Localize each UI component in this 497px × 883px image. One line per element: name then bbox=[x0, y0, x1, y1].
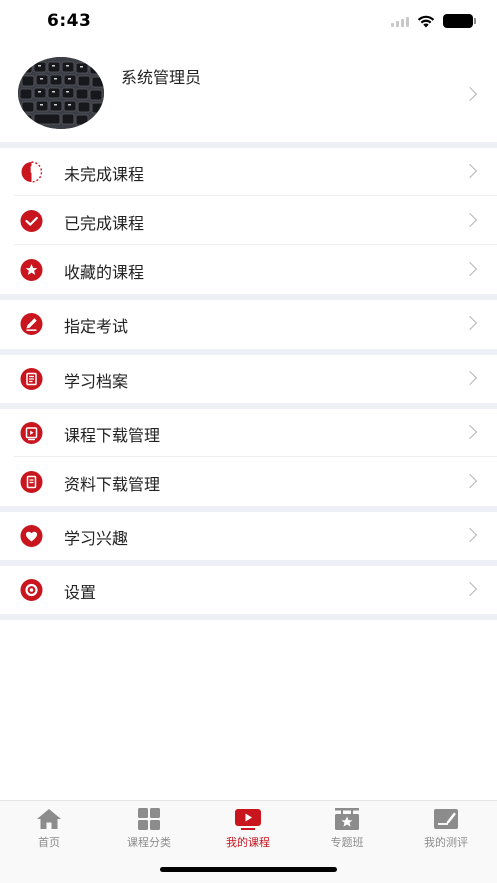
tab-my-courses[interactable]: 我的课程 bbox=[203, 807, 293, 851]
grid-icon bbox=[138, 808, 160, 830]
menu-label: 学习兴趣 bbox=[64, 529, 129, 548]
star-board-icon bbox=[335, 808, 359, 830]
menu-item-incomplete-courses[interactable]: 未完成课程 bbox=[0, 148, 497, 196]
menu-item-course-download[interactable]: 课程下载管理 bbox=[0, 409, 497, 457]
profile-header[interactable]: 系统管理员 bbox=[0, 44, 497, 142]
file-icon bbox=[20, 471, 43, 493]
chevron-right-icon bbox=[462, 424, 478, 440]
document-icon bbox=[20, 368, 43, 390]
status-icons bbox=[391, 14, 476, 28]
check-circle-icon bbox=[20, 210, 43, 232]
menu-item-settings[interactable]: 设置 bbox=[0, 566, 497, 614]
chevron-right-icon bbox=[462, 527, 478, 543]
chevron-right-icon bbox=[462, 473, 478, 489]
menu-label: 未完成课程 bbox=[64, 165, 145, 184]
menu-item-material-download[interactable]: 资料下载管理 bbox=[0, 458, 497, 506]
tab-home[interactable]: 首页 bbox=[4, 807, 94, 851]
user-name: 系统管理员 bbox=[121, 68, 202, 87]
chevron-right-icon bbox=[462, 86, 478, 102]
menu-item-completed-courses[interactable]: 已完成课程 bbox=[0, 197, 497, 245]
video-download-icon bbox=[20, 422, 43, 444]
menu-label: 指定考试 bbox=[64, 317, 129, 336]
menu-label: 资料下载管理 bbox=[64, 475, 161, 494]
menu-item-assigned-exam[interactable]: 指定考试 bbox=[0, 300, 497, 348]
tab-label: 专题班 bbox=[330, 836, 364, 849]
status-bar: 6:43 bbox=[0, 0, 497, 44]
chevron-right-icon bbox=[462, 212, 478, 228]
wifi-icon bbox=[417, 15, 435, 27]
chevron-right-icon bbox=[462, 370, 478, 386]
chevron-right-icon bbox=[462, 261, 478, 277]
avatar[interactable] bbox=[18, 57, 104, 129]
menu-label: 课程下载管理 bbox=[64, 426, 161, 445]
home-indicator[interactable] bbox=[160, 867, 337, 872]
chevron-right-icon bbox=[462, 315, 478, 331]
menu-item-study-record[interactable]: 学习档案 bbox=[0, 355, 497, 403]
menu-label: 学习档案 bbox=[64, 372, 129, 391]
tab-my-tests[interactable]: 我的测评 bbox=[401, 807, 491, 851]
heart-icon bbox=[20, 525, 43, 547]
tab-label: 我的课程 bbox=[226, 836, 270, 849]
half-circle-icon bbox=[21, 161, 43, 183]
gear-icon bbox=[20, 579, 43, 601]
tab-label: 我的测评 bbox=[424, 836, 468, 849]
section-divider bbox=[0, 614, 497, 620]
tab-special-class[interactable]: 专题班 bbox=[302, 807, 392, 851]
chevron-right-icon bbox=[462, 163, 478, 179]
menu-label: 已完成课程 bbox=[64, 214, 145, 233]
battery-icon bbox=[443, 14, 476, 28]
pencil-circle-icon bbox=[20, 313, 43, 335]
signal-icon bbox=[391, 15, 409, 27]
tab-label: 首页 bbox=[38, 836, 60, 849]
tab-category[interactable]: 课程分类 bbox=[104, 807, 194, 851]
play-video-icon bbox=[235, 809, 261, 830]
tab-label: 课程分类 bbox=[127, 836, 171, 849]
star-circle-icon bbox=[20, 259, 43, 281]
menu-label: 设置 bbox=[64, 583, 97, 602]
menu-item-favorite-courses[interactable]: 收藏的课程 bbox=[0, 246, 497, 294]
keyboard-photo bbox=[18, 57, 104, 129]
status-time: 6:43 bbox=[47, 11, 92, 31]
home-icon bbox=[37, 809, 61, 829]
menu-item-interests[interactable]: 学习兴趣 bbox=[0, 512, 497, 560]
chevron-right-icon bbox=[462, 581, 478, 597]
menu-label: 收藏的课程 bbox=[64, 263, 145, 282]
edit-note-icon bbox=[434, 809, 458, 829]
my-courses-screen: 6:43 系统管理员 未完成课程 已完成课程 收藏的课程 指定考试 学习档案 课… bbox=[0, 0, 497, 883]
